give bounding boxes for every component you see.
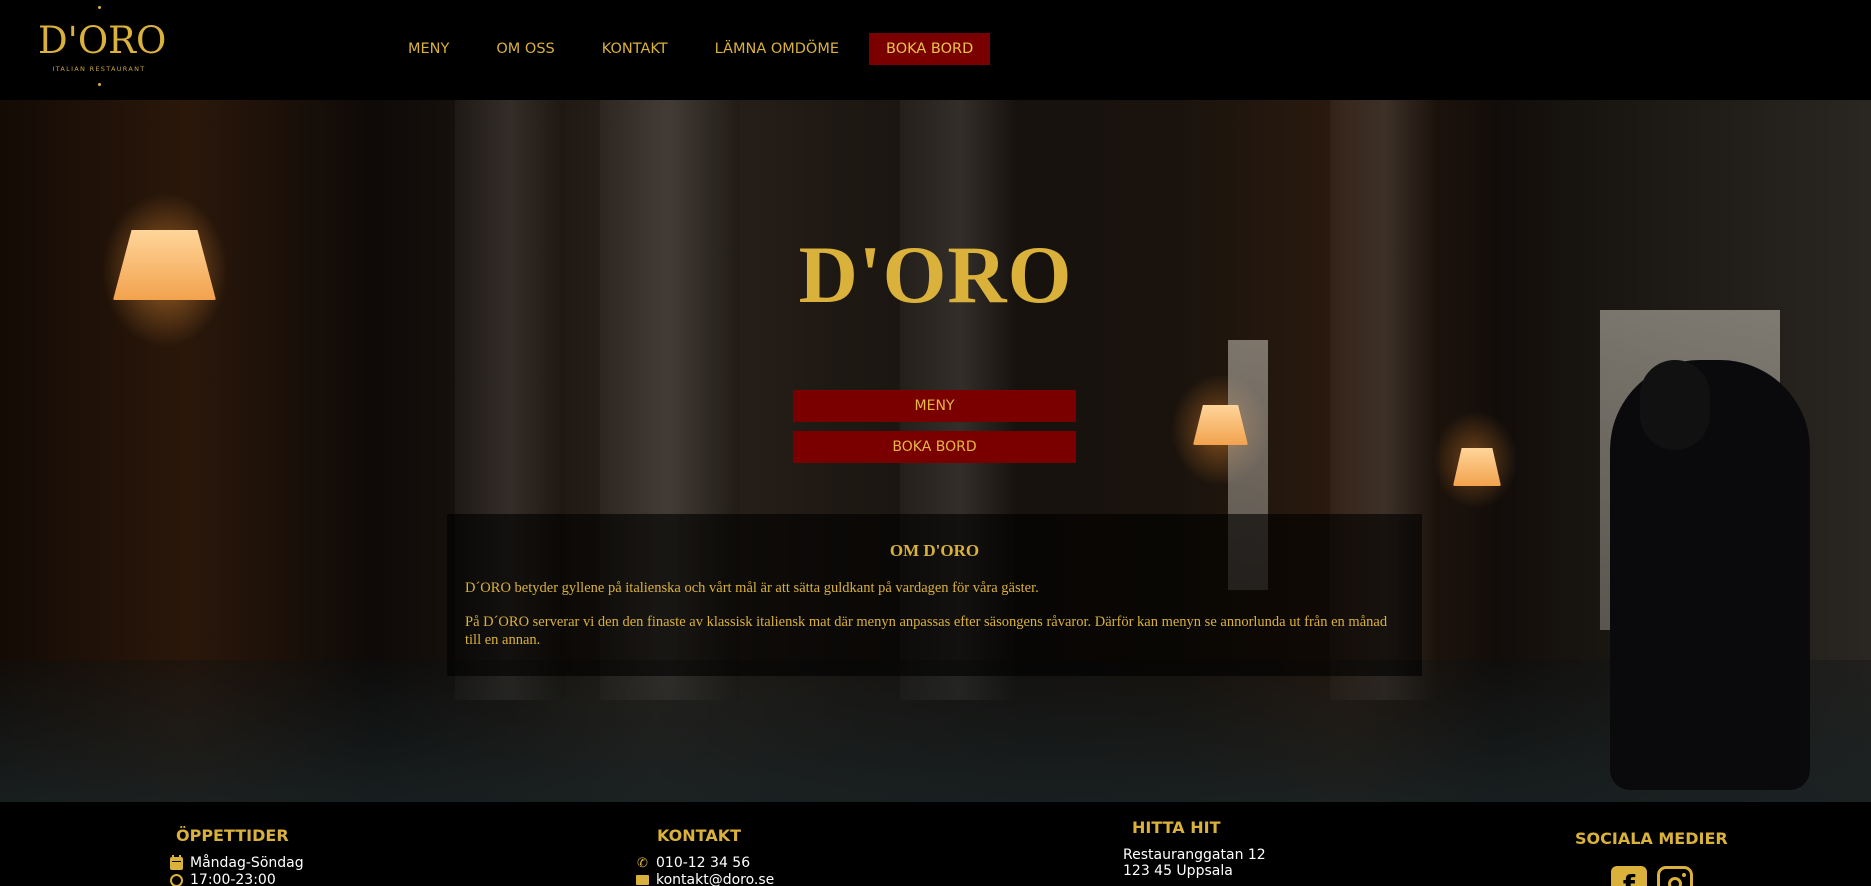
person-silhouette — [1610, 360, 1810, 790]
logo-dot-bottom — [97, 83, 101, 86]
logo-dot-top — [97, 6, 101, 9]
contact-phone[interactable]: ✆ 010-12 34 56 — [636, 855, 750, 871]
hero-menu-button[interactable]: MENY — [793, 390, 1076, 422]
about-paragraph: D´ORO betyder gyllene på italienska och … — [465, 580, 1039, 596]
nav-item-kontakt[interactable]: KONTAKT — [602, 41, 668, 57]
person-head — [1640, 360, 1710, 450]
social-title: SOCIALA MEDIER — [1575, 829, 1728, 848]
logo-subtitle: ITALIAN RESTAURANT — [52, 65, 146, 73]
directions-title: HITTA HIT — [1132, 818, 1221, 837]
contact-email-text[interactable]: kontakt@doro.se — [656, 872, 774, 886]
wall-lamp — [1453, 448, 1501, 486]
instagram-icon[interactable] — [1657, 866, 1693, 886]
nav-item-meny[interactable]: MENY — [408, 41, 449, 57]
hours-time: 17:00-23:00 — [170, 872, 276, 886]
hours-days: Måndag-Söndag — [170, 854, 304, 871]
directions-city: 123 45 Uppsala — [1123, 863, 1233, 879]
calendar-icon — [170, 854, 183, 870]
hero-title: D'ORO — [798, 229, 1073, 320]
floor — [0, 660, 1871, 802]
hero-book-button[interactable]: BOKA BORD — [793, 431, 1076, 463]
logo[interactable]: D'ORO ITALIAN RESTAURANT — [38, 6, 167, 92]
logo-text: D'ORO — [38, 19, 167, 62]
hero-section: D'ORO MENY BOKA BORD OM D'ORO D´ORO bety… — [0, 100, 1871, 802]
about-paragraph: På D´ORO serverar vi den den finaste av … — [465, 614, 1388, 648]
clock-icon — [170, 873, 183, 886]
mail-icon — [636, 875, 649, 885]
instagram-lens — [1668, 877, 1682, 886]
contact-phone-text[interactable]: 010-12 34 56 — [656, 855, 750, 871]
nav-item-lamna-omdome[interactable]: LÄMNA OMDÖME — [715, 41, 839, 57]
contact-title: KONTAKT — [657, 826, 742, 845]
main-nav: MENY OM OSS KONTAKT LÄMNA OMDÖME BOKA BO… — [408, 33, 991, 65]
hours-title: ÖPPETTIDER — [176, 826, 289, 845]
contact-email[interactable]: kontakt@doro.se — [636, 872, 774, 886]
facebook-icon[interactable]: f — [1611, 866, 1647, 886]
instagram-flash — [1682, 873, 1686, 877]
directions-street: Restauranggatan 12 — [1123, 847, 1266, 863]
about-title: OM D'ORO — [889, 541, 980, 560]
nav-book-button[interactable]: BOKA BORD — [869, 33, 991, 65]
site-footer: ÖPPETTIDER Måndag-Söndag 17:00-23:00 KON… — [0, 802, 1871, 886]
nav-item-om-oss[interactable]: OM OSS — [496, 41, 554, 57]
site-header: D'ORO ITALIAN RESTAURANT MENY OM OSS KON… — [0, 0, 1871, 100]
phone-icon: ✆ — [637, 855, 648, 871]
hours-time-text: 17:00-23:00 — [190, 872, 276, 886]
about-panel: OM D'ORO D´ORO betyder gyllene på italie… — [447, 514, 1422, 676]
hours-days-text: Måndag-Söndag — [190, 855, 304, 871]
